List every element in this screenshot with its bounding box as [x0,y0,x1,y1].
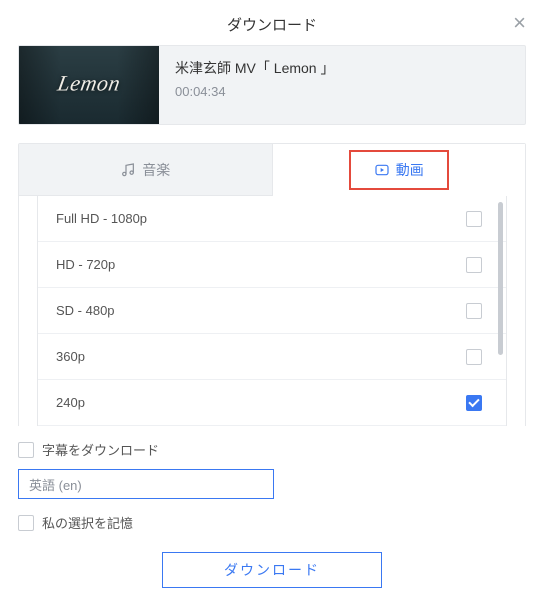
quality-label: SD - 480p [56,303,115,318]
quality-row[interactable]: SD - 480p [38,288,506,334]
quality-row[interactable]: HD - 720p [38,242,506,288]
media-card: Lemon 米津玄師 MV「 Lemon 」 00:04:34 [18,45,526,125]
quality-label: HD - 720p [56,257,115,272]
quality-checkbox[interactable] [466,349,482,365]
tab-video[interactable]: 動画 [273,144,526,196]
media-thumbnail: Lemon [19,46,159,124]
quality-label: 240p [56,395,85,410]
quality-row[interactable]: Full HD - 1080p [38,196,506,242]
subtitle-label: 字幕をダウンロード [42,440,159,459]
scrollbar-thumb[interactable] [498,202,503,355]
tab-music-label: 音楽 [142,160,170,180]
quality-label: Full HD - 1080p [56,211,147,226]
remember-label: 私の選択を記憶 [42,513,133,532]
subtitle-language-value: 英語 (en) [29,475,82,494]
quality-label: 360p [56,349,85,364]
subtitle-option[interactable]: 字幕をダウンロード [18,440,526,459]
quality-list: Full HD - 1080p HD - 720p SD - 480p 360p… [37,196,507,426]
media-title: 米津玄師 MV「 Lemon 」 [175,58,334,78]
format-tabs: 音楽 動画 [19,144,525,196]
subtitle-language-select[interactable]: 英語 (en) [18,469,274,499]
quality-checkbox[interactable] [466,303,482,319]
download-button-label: ダウンロード [224,560,320,580]
video-icon [374,162,390,178]
thumbnail-text: Lemon [56,71,123,97]
remember-option[interactable]: 私の選択を記憶 [18,513,526,532]
quality-row[interactable]: 240p [38,380,506,426]
quality-checkbox[interactable] [466,211,482,227]
quality-row[interactable]: 360p [38,334,506,380]
quality-checkbox[interactable] [466,395,482,411]
subtitle-checkbox[interactable] [18,442,34,458]
tab-video-label: 動画 [396,160,424,180]
media-duration: 00:04:34 [175,84,334,99]
tab-music[interactable]: 音楽 [19,144,273,196]
music-icon [120,162,136,178]
close-icon[interactable]: × [513,12,526,34]
download-button[interactable]: ダウンロード [162,552,382,588]
remember-checkbox[interactable] [18,515,34,531]
quality-checkbox[interactable] [466,257,482,273]
scrollbar[interactable] [498,202,503,420]
dialog-title: ダウンロード [227,17,317,34]
